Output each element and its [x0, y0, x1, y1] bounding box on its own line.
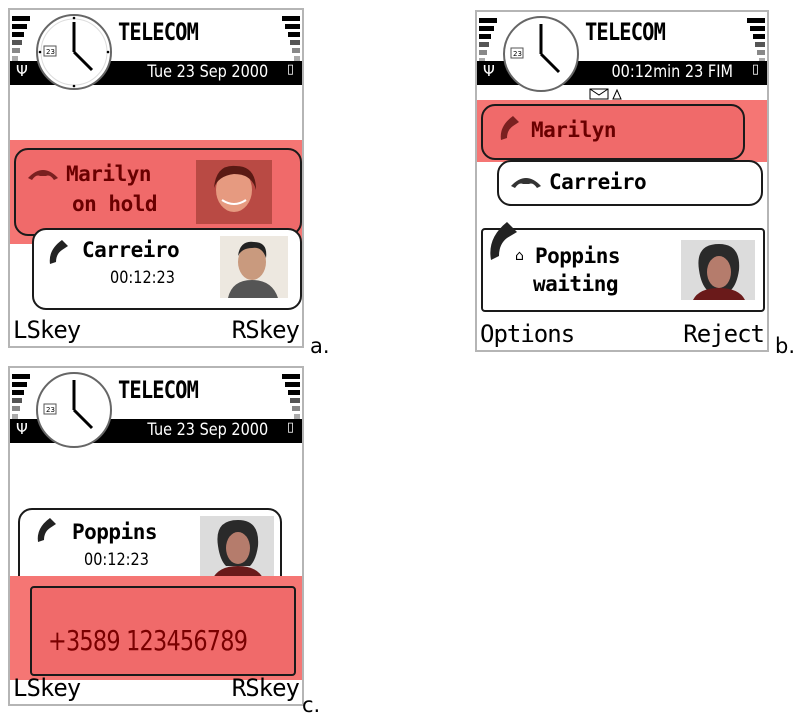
battery-level-icon [282, 374, 300, 419]
analog-clock-icon: 23 [503, 16, 579, 92]
antenna-icon: Ψ [483, 62, 495, 80]
carrier-name: TELECOM [585, 18, 666, 46]
analog-clock-icon: 23 [36, 14, 112, 90]
right-softkey[interactable]: RSkey [232, 674, 300, 702]
panel-label: b. [775, 334, 795, 358]
dialed-number: +3589 123456789 [48, 624, 248, 657]
second-call-bubble[interactable]: Carreiro [497, 160, 763, 206]
caller-photo [200, 516, 274, 580]
svg-text:23: 23 [46, 48, 55, 56]
caller-photo [196, 160, 272, 224]
caller-name: Marilyn [66, 162, 152, 186]
svg-text:23: 23 [46, 406, 55, 414]
message-envelope-icon [589, 88, 622, 100]
battery-level-icon [747, 18, 765, 63]
left-softkey[interactable]: LSkey [13, 316, 81, 344]
panel-label: a. [310, 334, 330, 358]
signal-strength-icon [12, 374, 30, 419]
phone-screen-b: Ψ ▯ 23 TELECOM 00:12min 23 FIM Marilyn C… [475, 10, 769, 352]
date-display: Tue 23 Sep 2000 [147, 420, 268, 440]
handset-active-icon [500, 116, 519, 140]
home-icon: ⌂ [515, 248, 524, 264]
battery-icon: ▯ [286, 420, 294, 435]
caller-name: Poppins [535, 244, 621, 268]
status-area: Ψ ▯ 23 TELECOM Tue 23 Sep 2000 [10, 368, 302, 463]
caller-photo [220, 236, 288, 298]
analog-clock-icon: 23 [36, 372, 112, 448]
antenna-icon: Ψ [16, 62, 28, 80]
carrier-name: TELECOM [118, 18, 199, 46]
handset-active-icon [49, 240, 68, 264]
carrier-name: TELECOM [118, 376, 199, 404]
right-softkey[interactable]: Reject [683, 320, 765, 348]
held-call-bubble[interactable]: Marilyn on hold [14, 148, 302, 236]
caller-name: Carreiro [82, 238, 180, 262]
handset-down-icon [511, 178, 541, 188]
signal-strength-icon [12, 16, 30, 61]
right-softkey[interactable]: RSkey [232, 316, 300, 344]
panel-label: c. [302, 693, 321, 717]
handset-active-icon [37, 518, 56, 542]
signal-strength-icon [479, 18, 497, 63]
active-call-bubble[interactable]: Marilyn [481, 104, 745, 160]
active-call-bubble[interactable]: Carreiro 00:12:23 [32, 228, 302, 310]
call-duration: 00:12:23 [110, 268, 175, 288]
caller-name: Carreiro [549, 170, 647, 194]
caller-name: Marilyn [531, 118, 617, 142]
svg-text:23: 23 [513, 50, 522, 58]
call-status: waiting [533, 272, 619, 296]
date-display: Tue 23 Sep 2000 [147, 62, 268, 82]
status-area: Ψ ▯ 23 TELECOM 00:12min 23 FIM [477, 12, 767, 107]
phone-screen-c: Ψ ▯ 23 TELECOM Tue 23 Sep 2000 Poppins 0… [8, 366, 304, 706]
call-timer: 00:12min 23 FIM [611, 62, 733, 82]
caller-photo [681, 240, 755, 300]
call-status: on hold [72, 192, 158, 216]
battery-level-icon [282, 16, 300, 61]
call-duration: 00:12:23 [84, 550, 149, 570]
left-softkey[interactable]: Options [480, 320, 575, 348]
number-entry-field[interactable]: +3589 123456789 [30, 586, 296, 676]
phone-screen-a: Ψ ▯ 23 TELECOM Tue 23 Sep 2000 Marilyn o… [8, 8, 304, 348]
antenna-icon: Ψ [16, 420, 28, 438]
left-softkey[interactable]: LSkey [13, 674, 81, 702]
waiting-call-bubble[interactable]: ⌂ Poppins waiting [481, 222, 765, 312]
caller-name: Poppins [72, 520, 158, 544]
battery-icon: ▯ [751, 62, 759, 77]
battery-icon: ▯ [286, 62, 294, 77]
status-area: Ψ ▯ 23 TELECOM Tue 23 Sep 2000 [10, 10, 302, 105]
handset-down-icon [28, 170, 58, 180]
